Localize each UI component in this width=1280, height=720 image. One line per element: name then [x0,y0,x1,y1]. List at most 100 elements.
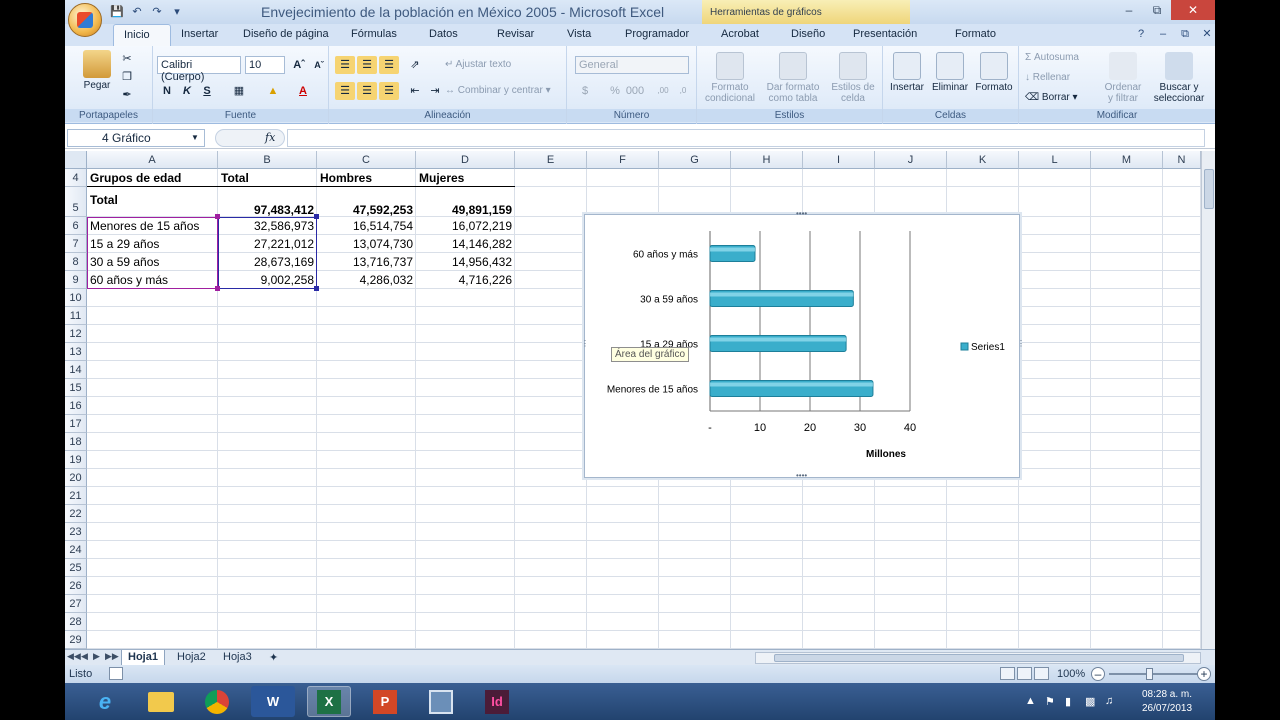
increase-indent-icon[interactable]: ⇥ [425,82,445,100]
horizontal-scrollbar-thumb[interactable] [774,654,1184,662]
last-sheet-arrow-icon[interactable]: ▶▶ [105,651,119,662]
workbook-restore-icon[interactable]: ⧉ [1177,26,1193,42]
chart-resize-handle-left[interactable]: ⋮ [581,339,589,348]
zoom-out-icon[interactable]: – [1091,667,1105,681]
table-cell-mujeres[interactable]: 16,072,219 [416,217,515,235]
battery-icon[interactable]: ▮ [1065,695,1071,708]
row-header-5[interactable]: 5 [65,187,87,217]
row-header-28[interactable]: 28 [65,613,87,631]
chart-resize-handle-right[interactable]: ⋮ [1017,339,1025,348]
x-tick-label[interactable]: - [708,422,712,434]
font-name-select[interactable]: Calibri (Cuerpo) [157,56,241,83]
sheet-tab-hoja1[interactable]: Hoja1 [121,650,165,666]
total-label-cell[interactable]: Total [87,193,121,207]
range-handle-top-right[interactable] [314,214,319,219]
network-icon[interactable]: ▩ [1085,695,1095,708]
macro-record-icon[interactable] [109,667,123,680]
range-handle-bottom-left[interactable] [215,286,220,291]
fill-color-icon[interactable]: ▲ [263,82,283,100]
row-header-19[interactable]: 19 [65,451,87,469]
font-color-icon[interactable]: A [293,82,313,100]
range-handle-top-left[interactable] [215,214,220,219]
y-category-label[interactable]: 60 años y más [633,250,698,261]
save-icon[interactable]: 💾 [109,4,125,20]
align-left-icon[interactable]: ☰ [335,82,355,100]
header-cell-hombres[interactable]: Hombres [317,169,375,187]
prev-sheet-arrow-icon[interactable]: ◀ [81,651,88,662]
align-center-icon[interactable]: ☰ [357,82,377,100]
tab-diseño[interactable]: Diseño [781,24,843,46]
cell-styles-button[interactable]: Estilos de celda [825,52,881,104]
video-icon[interactable] [419,686,463,717]
decrease-decimal-icon[interactable]: ,0 [673,82,693,100]
chart-bar-highlight[interactable] [710,247,755,252]
tab-formato[interactable]: Formato [945,24,1025,46]
word-icon[interactable]: W [251,686,295,717]
page-break-view-icon[interactable] [1034,667,1049,680]
table-cell-mujeres[interactable]: 4,716,226 [416,271,515,289]
first-sheet-arrow-icon[interactable]: ◀◀ [67,651,81,662]
tab-fórmulas[interactable]: Fórmulas [341,24,419,46]
row-header-10[interactable]: 10 [65,289,87,307]
row-header-12[interactable]: 12 [65,325,87,343]
underline-icon[interactable]: S [197,82,217,100]
action-center-icon[interactable]: ⚑ [1045,695,1055,708]
align-top-icon[interactable]: ☰ [335,56,355,74]
borders-icon[interactable]: ▦ [229,82,249,100]
horizontal-scrollbar[interactable] [755,652,1201,664]
cut-icon[interactable]: ✂ [117,50,137,68]
tab-presentación[interactable]: Presentación [843,24,945,46]
chart-resize-handle-top[interactable]: •••• [796,209,807,218]
insert-cells-button[interactable]: Insertar [887,52,927,93]
legend-swatch[interactable] [960,342,969,351]
format-as-table-button[interactable]: Dar formato como tabla [763,52,823,104]
paste-button[interactable]: Pegar [79,50,115,91]
file-explorer-icon[interactable] [139,686,183,717]
zoom-level[interactable]: 100% [1057,668,1085,680]
table-cell-mujeres[interactable]: 14,956,432 [416,253,515,271]
conditional-format-button[interactable]: Formato condicional [701,52,759,104]
row-header-9[interactable]: 9 [65,271,87,289]
column-header-l[interactable]: L [1019,151,1091,169]
column-header-a[interactable]: A [87,151,218,169]
wrap-text-button[interactable]: ↵ Ajustar texto [445,59,511,70]
shrink-font-icon[interactable]: Aˇ [309,56,329,74]
column-header-h[interactable]: H [731,151,803,169]
y-category-label[interactable]: 30 a 59 años [640,295,698,306]
row-header-16[interactable]: 16 [65,397,87,415]
font-size-select[interactable]: 10 [245,56,285,74]
column-header-d[interactable]: D [416,151,515,169]
row-header-29[interactable]: 29 [65,631,87,649]
tab-programador[interactable]: Programador [615,24,711,46]
y-category-label[interactable]: Menores de 15 años [607,385,698,396]
x-axis-title[interactable]: Millones [866,449,906,460]
row-header-8[interactable]: 8 [65,253,87,271]
orientation-icon[interactable]: ⇗ [405,56,425,74]
page-layout-view-icon[interactable] [1017,667,1032,680]
chart-resize-handle-bottom[interactable]: •••• [796,471,807,480]
indesign-icon[interactable]: Id [475,686,519,717]
row-header-11[interactable]: 11 [65,307,87,325]
undo-icon[interactable]: ↶ [129,4,145,20]
align-right-icon[interactable]: ☰ [379,82,399,100]
tab-inicio[interactable]: Inicio [113,24,171,46]
table-cell-hombres[interactable]: 13,074,730 [317,235,416,253]
close-button[interactable]: ✕ [1171,0,1215,20]
column-header-k[interactable]: K [947,151,1019,169]
workbook-minimize-icon[interactable]: – [1155,26,1171,42]
vertical-scrollbar-thumb[interactable] [1204,169,1214,209]
total-total-cell[interactable]: 97,483,412 [218,203,317,217]
chart-area[interactable]: -10 20 30 40 Menores de 15 años 15 a 29 años 3… [581,209,1025,480]
workbook-close-icon[interactable]: ✕ [1199,26,1215,42]
number-format-select[interactable]: General [575,56,689,74]
column-header-b[interactable]: B [218,151,317,169]
row-header-15[interactable]: 15 [65,379,87,397]
column-header-e[interactable]: E [515,151,587,169]
row-header-24[interactable]: 24 [65,541,87,559]
table-cell-hombres[interactable]: 16,514,754 [317,217,416,235]
next-sheet-arrow-icon[interactable]: ▶ [93,651,100,662]
total-mujeres-cell[interactable]: 49,891,159 [416,203,515,217]
fill-button[interactable]: ↓ Rellenar [1025,72,1070,83]
autosum-button[interactable]: Σ Autosuma [1025,52,1079,63]
sort-filter-button[interactable]: Ordenar y filtrar [1099,52,1147,104]
